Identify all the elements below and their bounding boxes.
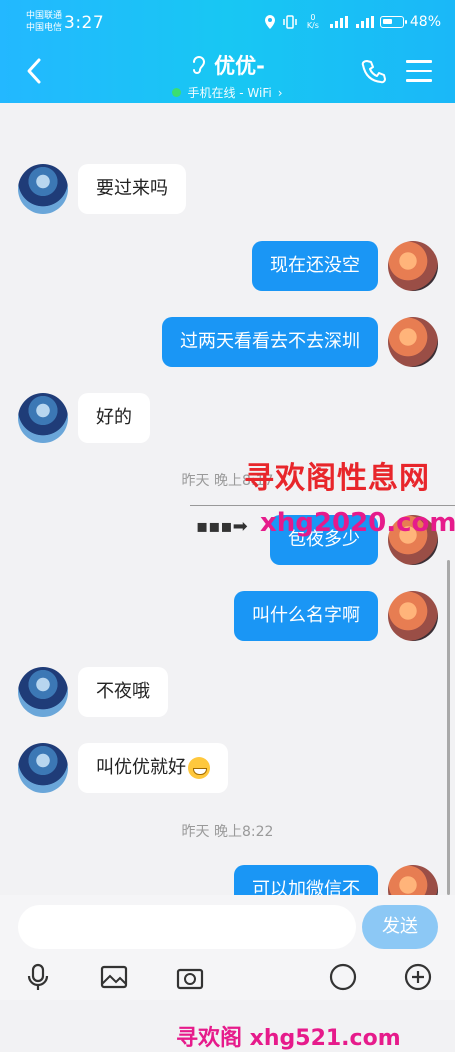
chevron-right-icon: › — [277, 85, 283, 100]
arrow-right-icon: ▪▪▪➡ — [196, 516, 248, 537]
phone-icon[interactable] — [360, 58, 388, 86]
message-bubble-incoming[interactable]: 要过来吗 — [78, 164, 186, 214]
chat-header: 中国联通 中国电信 3:27 0 K/s 48% 优优- 手机在线 - WiFi… — [0, 0, 455, 103]
my-avatar[interactable] — [388, 317, 438, 367]
battery-level: 48% — [409, 14, 441, 30]
watermark-bottom: 寻欢阁 xhg521.com — [176, 1026, 401, 1051]
message-bubble-incoming[interactable]: 好的 — [78, 393, 150, 443]
message-text: 叫优优就好 — [96, 757, 186, 778]
signal-icon-1 — [328, 16, 348, 28]
location-icon — [264, 15, 275, 29]
status-icons: 0 K/s 48% — [264, 14, 441, 30]
watermark-title: 寻欢阁性息网 — [244, 461, 430, 496]
watermark: 寻欢阁性息网 ▪▪▪➡ xhg2020.com — [190, 453, 455, 543]
carrier-labels: 中国联通 中国电信 — [26, 10, 62, 34]
vibrate-icon — [283, 15, 297, 29]
contact-avatar[interactable] — [18, 667, 68, 717]
carrier-2: 中国电信 — [26, 23, 63, 33]
signal-icon-2 — [354, 16, 374, 28]
contact-avatar[interactable] — [18, 164, 68, 214]
grin-emoji-icon — [188, 757, 210, 779]
contact-avatar[interactable] — [18, 393, 68, 443]
image-icon[interactable] — [99, 962, 129, 992]
emoji-icon[interactable] — [328, 962, 358, 992]
contact-avatar[interactable] — [18, 743, 68, 793]
carrier-1: 中国联通 — [26, 11, 63, 21]
menu-icon[interactable] — [406, 60, 432, 82]
my-avatar[interactable] — [388, 591, 438, 641]
scrollbar[interactable] — [447, 560, 450, 895]
online-status[interactable]: 手机在线 - WiFi › — [172, 84, 283, 101]
message-bubble-incoming[interactable]: 不夜哦 — [78, 667, 168, 717]
online-status-text: 手机在线 - WiFi — [187, 86, 272, 100]
battery-icon — [379, 16, 407, 28]
message-input[interactable] — [18, 905, 356, 949]
input-bar: 发送 寻欢阁 xhg521.com — [0, 895, 455, 1051]
watermark-line — [190, 505, 455, 506]
my-avatar[interactable] — [388, 241, 438, 291]
add-icon[interactable] — [403, 962, 433, 992]
message-bubble-incoming[interactable]: 叫优优就好 — [78, 743, 228, 793]
message-bubble-outgoing[interactable]: 现在还没空 — [252, 241, 378, 291]
timestamp: 昨天 晚上8:22 — [181, 824, 274, 840]
send-button[interactable]: 发送 — [362, 905, 438, 949]
message-bubble-outgoing[interactable]: 过两天看看去不去深圳 — [162, 317, 378, 367]
camera-icon[interactable] — [175, 962, 205, 992]
watermark-url: xhg2020.com — [260, 508, 455, 538]
online-dot-icon — [172, 88, 182, 97]
status-bar: 中国联通 中国电信 3:27 0 K/s 48% — [0, 0, 455, 44]
net-speed: 0 K/s — [306, 13, 319, 30]
mic-icon[interactable] — [23, 962, 53, 992]
message-list[interactable]: 要过来吗 现在还没空 过两天看看去不去深圳 好的 昨天 晚上8:17 包夜多少 … — [0, 103, 455, 915]
ear-icon — [193, 56, 206, 74]
status-time: 3:27 — [64, 13, 105, 33]
message-bubble-outgoing[interactable]: 叫什么名字啊 — [234, 591, 378, 641]
contact-name: 优优- — [214, 54, 265, 78]
toolbar: 寻欢阁 xhg521.com — [0, 957, 455, 1051]
